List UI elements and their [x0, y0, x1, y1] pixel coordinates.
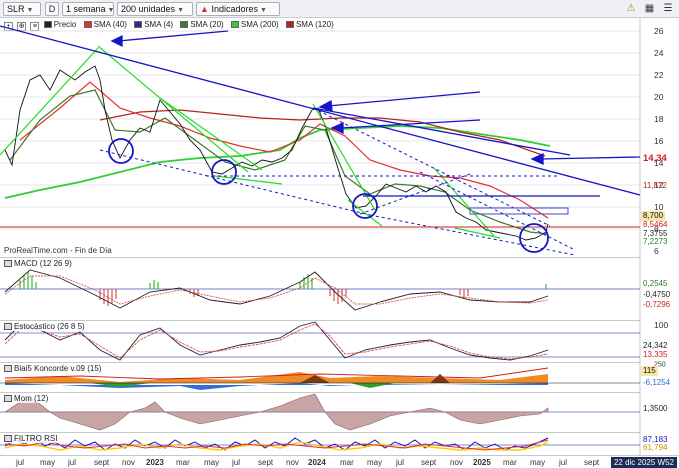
- macd-axis: 0,2545 -0,4750 -0,7296: [640, 257, 679, 309]
- time-label: sept: [584, 458, 600, 467]
- koncorde-axis: 250 115 -6,1254: [640, 362, 679, 392]
- filtro-rsi-value-2: 61,794: [643, 443, 668, 452]
- stoch-d-value: 13,335: [643, 350, 668, 359]
- price-tick: 22: [654, 70, 664, 80]
- koncorde-label-text: Blai5 Koncorde v.09 (15): [14, 364, 102, 373]
- time-label: nov: [286, 458, 299, 467]
- watermark: ProRealTime.com - Fin de Día: [4, 246, 112, 255]
- time-label: sept: [421, 458, 437, 467]
- price-tick: 18: [654, 114, 664, 124]
- time-label: jul: [559, 458, 568, 467]
- indicator-icon: [4, 323, 12, 330]
- price-tick: 16: [654, 136, 664, 146]
- stoch-label-text: Estocástico (26 8 5): [14, 322, 85, 331]
- time-label-year: 2025: [473, 458, 491, 467]
- filtro-rsi-label-text: FILTRO RSI: [14, 434, 58, 443]
- time-label: may: [40, 458, 56, 467]
- macd-label[interactable]: MACD (12 26 9): [3, 259, 73, 268]
- stoch-axis: 100 24,342 13,335: [640, 320, 679, 362]
- time-label: nov: [450, 458, 463, 467]
- filtro-rsi-label[interactable]: FILTRO RSI: [3, 434, 59, 443]
- koncorde-value: 115: [641, 366, 658, 376]
- koncorde-panel[interactable]: Blai5 Koncorde v.09 (15): [0, 362, 640, 392]
- current-date-badge: 22 dic 2025 W52: [610, 457, 677, 468]
- macd-signal-value: -0,4750: [643, 290, 671, 299]
- price-axis[interactable]: 26 24 22 20 18 16 14 12 10 8 6 14,34 11,…: [640, 18, 679, 258]
- koncorde-label[interactable]: Blai5 Koncorde v.09 (15): [3, 364, 103, 373]
- indicator-icon: [4, 395, 12, 402]
- time-label: sept: [258, 458, 274, 467]
- time-label: jul: [232, 458, 241, 467]
- time-label: mar: [503, 458, 517, 467]
- time-label: jul: [68, 458, 77, 467]
- mom-axis: 1,3500: [640, 392, 679, 432]
- time-label: nov: [122, 458, 135, 467]
- time-label: jul: [16, 458, 25, 467]
- time-label: jul: [396, 458, 405, 467]
- mom-label-text: Mom (12): [14, 394, 49, 403]
- filtro-rsi-axis: 87,183 61,794: [640, 432, 679, 455]
- time-label: may: [204, 458, 220, 467]
- sma120-value-tag: 14,34: [643, 153, 667, 164]
- stoch-label[interactable]: Estocástico (26 8 5): [3, 322, 86, 331]
- price-tick: 6: [654, 246, 659, 256]
- sma40-value-tag: 11,872: [643, 181, 667, 190]
- filtro-rsi-panel[interactable]: FILTRO RSI: [0, 432, 640, 455]
- time-label: may: [530, 458, 546, 467]
- macd-panel[interactable]: MACD (12 26 9): [0, 257, 640, 300]
- indicator-icon: [4, 365, 12, 372]
- mom-panel[interactable]: Mom (12): [0, 392, 640, 432]
- price-tick: 26: [654, 26, 664, 36]
- indicator-icon: [4, 260, 12, 267]
- stoch-tick: 100: [654, 320, 669, 330]
- time-axis[interactable]: jul may jul sept nov 2023 mar may jul se…: [0, 455, 679, 468]
- koncorde-blue-value: -6,1254: [643, 378, 671, 387]
- mom-label[interactable]: Mom (12): [3, 394, 50, 403]
- time-label-year: 2024: [308, 458, 326, 467]
- time-label: mar: [340, 458, 354, 467]
- sma20-value-tag: 7,2273: [643, 237, 668, 246]
- time-label: sept: [94, 458, 110, 467]
- macd-label-text: MACD (12 26 9): [14, 259, 72, 268]
- time-label: mar: [176, 458, 190, 467]
- time-label: may: [367, 458, 383, 467]
- price-tick: 24: [654, 48, 664, 58]
- time-label-year: 2023: [146, 458, 164, 467]
- indicator-icon: [4, 435, 12, 442]
- mom-value: 1,3500: [643, 404, 668, 413]
- price-tick: 20: [654, 92, 664, 102]
- stoch-panel[interactable]: Estocástico (26 8 5): [0, 320, 640, 362]
- sma20-line: [9, 89, 549, 235]
- macd-hist-value: -0,7296: [643, 300, 671, 309]
- macd-value: 0,2545: [643, 279, 668, 288]
